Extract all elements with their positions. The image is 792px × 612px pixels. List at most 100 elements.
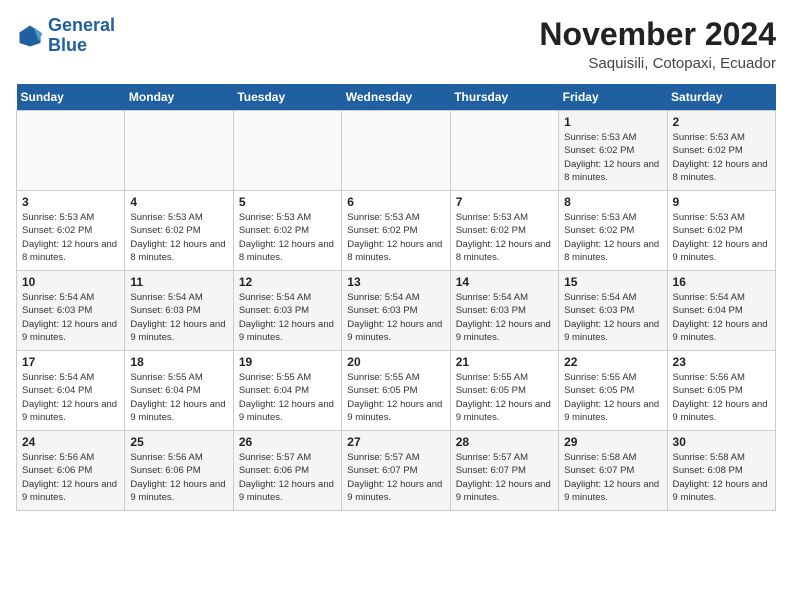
- day-info: Sunrise: 5:53 AM Sunset: 6:02 PM Dayligh…: [347, 211, 444, 264]
- day-number: 1: [564, 115, 661, 129]
- calendar-cell: 1 Sunrise: 5:53 AM Sunset: 6:02 PM Daylig…: [559, 111, 667, 191]
- day-number: 30: [673, 435, 770, 449]
- day-number: 9: [673, 195, 770, 209]
- day-number: 20: [347, 355, 444, 369]
- calendar-week-4: 17 Sunrise: 5:54 AM Sunset: 6:04 PM Dayli…: [17, 351, 776, 431]
- calendar-cell: 7Sunrise: 5:53 AM Sunset: 6:02 PM Daylig…: [450, 191, 558, 271]
- day-number: 24: [22, 435, 119, 449]
- day-number: 8: [564, 195, 661, 209]
- calendar-cell: 6 Sunrise: 5:53 AM Sunset: 6:02 PM Daylig…: [342, 191, 450, 271]
- day-info: Sunrise: 5:58 AM Sunset: 6:08 PM Dayligh…: [673, 451, 770, 504]
- day-number: 22: [564, 355, 661, 369]
- day-info: Sunrise: 5:53 AM Sunset: 6:02 PM Dayligh…: [564, 211, 661, 264]
- header-row: Sunday Monday Tuesday Wednesday Thursday…: [17, 84, 776, 111]
- day-number: 23: [673, 355, 770, 369]
- calendar-cell: 14 Sunrise: 5:54 AM Sunset: 6:03 PM Dayli…: [450, 271, 558, 351]
- page-header: General Blue November 2024 Saquisili, Co…: [16, 16, 776, 72]
- day-info: Sunrise: 5:54 AM Sunset: 6:04 PM Dayligh…: [22, 371, 119, 424]
- calendar-cell: 15 Sunrise: 5:54 AM Sunset: 6:03 PM Dayli…: [559, 271, 667, 351]
- title-block: November 2024 Saquisili, Cotopaxi, Ecuad…: [539, 16, 776, 72]
- calendar-week-5: 24 Sunrise: 5:56 AM Sunset: 6:06 PM Dayli…: [17, 431, 776, 511]
- calendar-cell: 25 Sunrise: 5:56 AM Sunset: 6:06 PM Dayli…: [125, 431, 233, 511]
- day-info: Sunrise: 5:53 AM Sunset: 6:02 PM Dayligh…: [673, 131, 770, 184]
- calendar-cell: 19 Sunrise: 5:55 AM Sunset: 6:04 PM Dayli…: [233, 351, 341, 431]
- day-info: Sunrise: 5:54 AM Sunset: 6:03 PM Dayligh…: [130, 291, 227, 344]
- logo-line1: General: [48, 15, 115, 35]
- logo-icon: [16, 22, 44, 50]
- calendar-cell: 30 Sunrise: 5:58 AM Sunset: 6:08 PM Dayli…: [667, 431, 775, 511]
- calendar-cell: 17 Sunrise: 5:54 AM Sunset: 6:04 PM Dayli…: [17, 351, 125, 431]
- day-number: 29: [564, 435, 661, 449]
- day-number: 2: [673, 115, 770, 129]
- location: Saquisili, Cotopaxi, Ecuador: [539, 55, 776, 72]
- day-info: Sunrise: 5:55 AM Sunset: 6:04 PM Dayligh…: [239, 371, 336, 424]
- day-number: 5: [239, 195, 336, 209]
- day-info: Sunrise: 5:56 AM Sunset: 6:06 PM Dayligh…: [22, 451, 119, 504]
- calendar-cell: 27 Sunrise: 5:57 AM Sunset: 6:07 PM Dayli…: [342, 431, 450, 511]
- day-info: Sunrise: 5:53 AM Sunset: 6:02 PM Dayligh…: [239, 211, 336, 264]
- day-number: 18: [130, 355, 227, 369]
- calendar-cell: 22 Sunrise: 5:55 AM Sunset: 6:05 PM Dayli…: [559, 351, 667, 431]
- calendar-cell: 9 Sunrise: 5:53 AM Sunset: 6:02 PM Daylig…: [667, 191, 775, 271]
- calendar-cell: 20 Sunrise: 5:55 AM Sunset: 6:05 PM Dayli…: [342, 351, 450, 431]
- day-info: Sunrise: 5:53 AM Sunset: 6:02 PM Dayligh…: [130, 211, 227, 264]
- day-info: Sunrise: 5:54 AM Sunset: 6:03 PM Dayligh…: [22, 291, 119, 344]
- day-info: Sunrise: 5:55 AM Sunset: 6:05 PM Dayligh…: [347, 371, 444, 424]
- col-saturday: Saturday: [667, 84, 775, 111]
- col-thursday: Thursday: [450, 84, 558, 111]
- calendar-cell: 8 Sunrise: 5:53 AM Sunset: 6:02 PM Daylig…: [559, 191, 667, 271]
- day-number: 4: [130, 195, 227, 209]
- calendar-cell: 29 Sunrise: 5:58 AM Sunset: 6:07 PM Dayli…: [559, 431, 667, 511]
- day-number: 28: [456, 435, 553, 449]
- logo: General Blue: [16, 16, 115, 56]
- calendar-cell: [450, 111, 558, 191]
- day-info: Sunrise: 5:54 AM Sunset: 6:03 PM Dayligh…: [456, 291, 553, 344]
- day-number: 27: [347, 435, 444, 449]
- calendar-cell: 18 Sunrise: 5:55 AM Sunset: 6:04 PM Dayli…: [125, 351, 233, 431]
- col-monday: Monday: [125, 84, 233, 111]
- day-number: 12: [239, 275, 336, 289]
- col-tuesday: Tuesday: [233, 84, 341, 111]
- day-number: 15: [564, 275, 661, 289]
- day-info: Sunrise: 5:56 AM Sunset: 6:06 PM Dayligh…: [130, 451, 227, 504]
- calendar-cell: 13 Sunrise: 5:54 AM Sunset: 6:03 PM Dayli…: [342, 271, 450, 351]
- day-info: Sunrise: 5:53 AM Sunset: 6:02 PM Dayligh…: [673, 211, 770, 264]
- day-info: Sunrise: 5:54 AM Sunset: 6:03 PM Dayligh…: [564, 291, 661, 344]
- calendar-cell: 5 Sunrise: 5:53 AM Sunset: 6:02 PM Daylig…: [233, 191, 341, 271]
- day-number: 6: [347, 195, 444, 209]
- day-number: 21: [456, 355, 553, 369]
- logo-line2: Blue: [48, 35, 87, 55]
- month-title: November 2024: [539, 16, 776, 53]
- calendar-cell: 21Sunrise: 5:55 AM Sunset: 6:05 PM Dayli…: [450, 351, 558, 431]
- calendar-cell: 28Sunrise: 5:57 AM Sunset: 6:07 PM Dayli…: [450, 431, 558, 511]
- calendar-cell: 12 Sunrise: 5:54 AM Sunset: 6:03 PM Dayli…: [233, 271, 341, 351]
- day-number: 17: [22, 355, 119, 369]
- calendar-cell: [125, 111, 233, 191]
- day-info: Sunrise: 5:55 AM Sunset: 6:05 PM Dayligh…: [564, 371, 661, 424]
- calendar-cell: 10 Sunrise: 5:54 AM Sunset: 6:03 PM Dayli…: [17, 271, 125, 351]
- day-number: 10: [22, 275, 119, 289]
- day-info: Sunrise: 5:53 AM Sunset: 6:02 PM Dayligh…: [564, 131, 661, 184]
- day-number: 11: [130, 275, 227, 289]
- day-number: 26: [239, 435, 336, 449]
- calendar-week-2: 3Sunrise: 5:53 AM Sunset: 6:02 PM Daylig…: [17, 191, 776, 271]
- day-number: 13: [347, 275, 444, 289]
- col-sunday: Sunday: [17, 84, 125, 111]
- calendar-table: Sunday Monday Tuesday Wednesday Thursday…: [16, 84, 776, 511]
- calendar-cell: 3Sunrise: 5:53 AM Sunset: 6:02 PM Daylig…: [17, 191, 125, 271]
- calendar-cell: 4 Sunrise: 5:53 AM Sunset: 6:02 PM Daylig…: [125, 191, 233, 271]
- day-info: Sunrise: 5:57 AM Sunset: 6:07 PM Dayligh…: [347, 451, 444, 504]
- calendar-cell: 11 Sunrise: 5:54 AM Sunset: 6:03 PM Dayli…: [125, 271, 233, 351]
- day-info: Sunrise: 5:58 AM Sunset: 6:07 PM Dayligh…: [564, 451, 661, 504]
- day-info: Sunrise: 5:54 AM Sunset: 6:03 PM Dayligh…: [239, 291, 336, 344]
- day-info: Sunrise: 5:53 AM Sunset: 6:02 PM Dayligh…: [22, 211, 119, 264]
- day-info: Sunrise: 5:53 AM Sunset: 6:02 PM Dayligh…: [456, 211, 553, 264]
- day-info: Sunrise: 5:55 AM Sunset: 6:04 PM Dayligh…: [130, 371, 227, 424]
- calendar-cell: 16Sunrise: 5:54 AM Sunset: 6:04 PM Dayli…: [667, 271, 775, 351]
- day-number: 25: [130, 435, 227, 449]
- col-friday: Friday: [559, 84, 667, 111]
- day-info: Sunrise: 5:54 AM Sunset: 6:03 PM Dayligh…: [347, 291, 444, 344]
- calendar-cell: [233, 111, 341, 191]
- day-number: 14: [456, 275, 553, 289]
- day-number: 19: [239, 355, 336, 369]
